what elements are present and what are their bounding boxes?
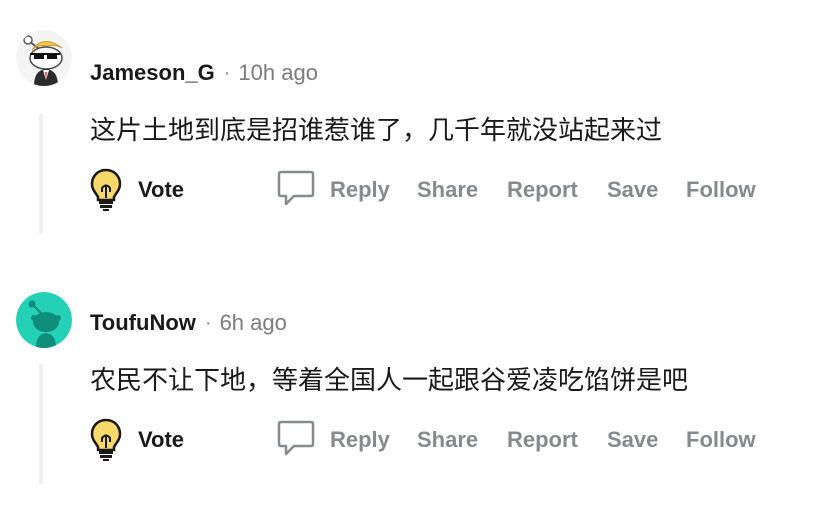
share-label: Share [417, 177, 479, 202]
reply-button[interactable]: Reply [276, 416, 390, 464]
meta-separator: · [223, 61, 231, 84]
comment-bubble-icon [276, 417, 316, 463]
timestamp[interactable]: 10h ago [238, 60, 318, 86]
save-label: Save [607, 427, 659, 452]
report-button[interactable]: Report [507, 416, 578, 464]
snoo-avatar-icon [16, 30, 72, 86]
share-button[interactable]: Share [417, 166, 478, 214]
comment-bubble-icon [276, 167, 316, 213]
comment-meta: ToufuNow · 6h ago [90, 308, 287, 338]
comment-body: 这片土地到底是招谁惹谁了，几千年就没站起来过 [90, 116, 663, 146]
follow-button[interactable]: Follow [686, 416, 756, 464]
comment-actions: Vote Reply Share Report Save Follow [90, 416, 790, 464]
comment-actions: Vote Reply Share Report Save Follow [90, 166, 790, 214]
vote-button[interactable]: Vote [90, 416, 184, 464]
reply-label: Reply [330, 177, 390, 202]
save-button[interactable]: Save [607, 166, 658, 214]
follow-button[interactable]: Follow [686, 166, 756, 214]
timestamp[interactable]: 6h ago [220, 310, 287, 336]
meta-separator: · [204, 311, 212, 334]
comment-body: 农民不让下地，等着全国人一起跟谷爱凌吃馅饼是吧 [90, 366, 689, 396]
report-button[interactable]: Report [507, 166, 578, 214]
username[interactable]: ToufuNow [90, 310, 196, 336]
vote-label: Vote [138, 427, 185, 452]
save-label: Save [607, 177, 659, 202]
reply-label: Reply [330, 427, 390, 452]
follow-label: Follow [686, 177, 756, 202]
share-button[interactable]: Share [417, 416, 478, 464]
save-button[interactable]: Save [607, 416, 658, 464]
avatar[interactable] [16, 30, 72, 86]
report-label: Report [507, 427, 578, 452]
report-label: Report [507, 177, 578, 202]
comment: ToufuNow · 6h ago 农民不让下地，等着全国人一起跟谷爱凌吃馅饼是… [0, 250, 818, 500]
comment-meta: Jameson_G · 10h ago [90, 58, 318, 88]
follow-label: Follow [686, 427, 756, 452]
avatar[interactable] [16, 292, 72, 348]
lightbulb-icon [90, 418, 122, 461]
reply-button[interactable]: Reply [276, 166, 390, 214]
share-label: Share [417, 427, 479, 452]
thread-line[interactable] [39, 364, 43, 484]
username[interactable]: Jameson_G [90, 60, 215, 86]
vote-button[interactable]: Vote [90, 166, 184, 214]
snoo-avatar-icon [16, 292, 72, 348]
thread-line[interactable] [39, 114, 43, 234]
lightbulb-icon [90, 168, 122, 211]
comment: Jameson_G · 10h ago 这片土地到底是招谁惹谁了，几千年就没站起… [0, 0, 818, 250]
vote-label: Vote [138, 177, 185, 202]
